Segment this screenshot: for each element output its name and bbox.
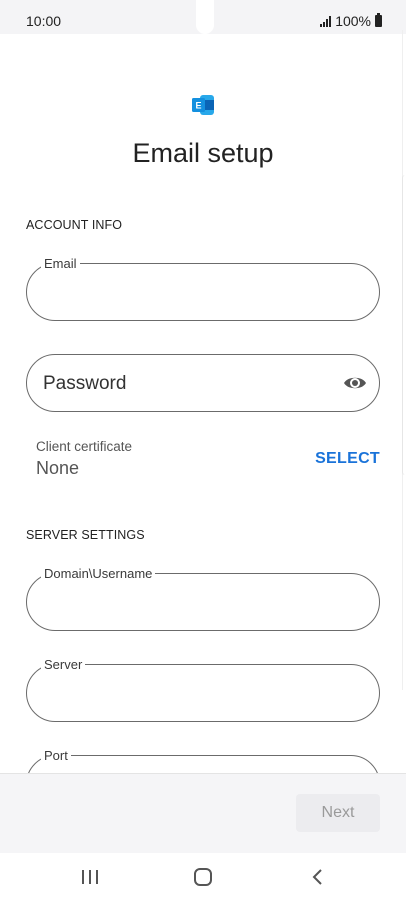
bottom-action-bar: Next xyxy=(0,773,406,853)
signal-bars-icon xyxy=(320,15,332,27)
domain-username-label: Domain\Username xyxy=(41,566,156,581)
server-label: Server xyxy=(41,657,86,672)
client-certificate-value: None xyxy=(36,458,80,478)
client-certificate-label: Client certificate xyxy=(36,439,133,454)
port-label: Port xyxy=(41,748,71,763)
status-right: 100% xyxy=(320,13,382,29)
exchange-logo-icon: E xyxy=(192,95,214,115)
email-field[interactable]: Email xyxy=(26,256,380,321)
status-time: 10:00 xyxy=(26,13,62,29)
server-field[interactable]: Server xyxy=(26,657,380,722)
server-settings-header: SERVER SETTINGS xyxy=(26,528,145,542)
select-certificate-button[interactable]: SELECT xyxy=(315,450,380,468)
recents-icon[interactable] xyxy=(82,870,98,884)
battery-icon xyxy=(375,13,382,27)
navigation-bar xyxy=(0,853,406,902)
email-label: Email xyxy=(41,256,80,271)
password-placeholder: Password xyxy=(43,373,127,394)
battery-percent: 100% xyxy=(335,13,371,29)
eye-icon[interactable] xyxy=(343,373,367,393)
camera-notch xyxy=(196,0,214,34)
password-field[interactable]: Password xyxy=(26,354,380,412)
next-button[interactable]: Next xyxy=(296,794,380,832)
account-info-header: ACCOUNT INFO xyxy=(26,218,123,232)
logo-letter: E xyxy=(195,101,201,111)
edge-panel-handle[interactable] xyxy=(402,175,406,475)
domain-username-field[interactable]: Domain\Username xyxy=(26,566,380,631)
page-title: Email setup xyxy=(132,138,274,168)
back-icon[interactable] xyxy=(308,867,328,887)
status-bar: 10:00 100% xyxy=(0,0,406,34)
home-icon[interactable] xyxy=(194,868,212,886)
